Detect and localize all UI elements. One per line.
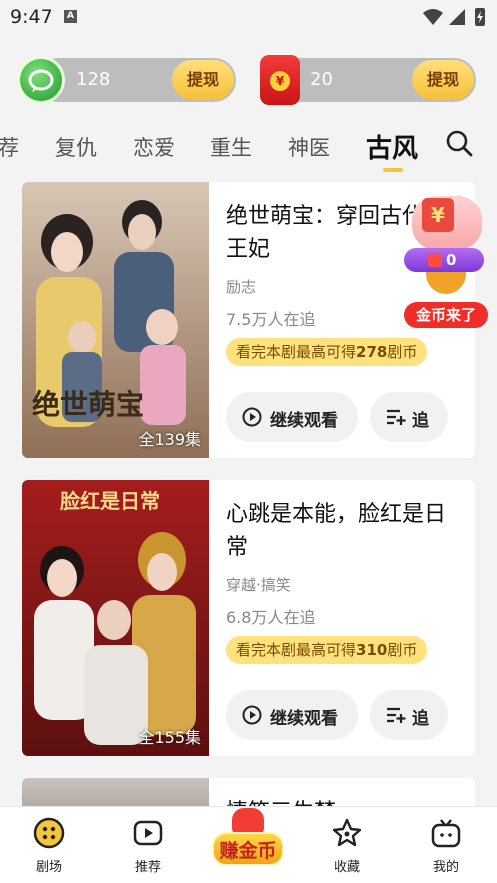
coin-counter: 0: [404, 248, 484, 272]
nav-earn-label: 赚金币: [212, 832, 284, 866]
episode-count: 全139集: [138, 430, 201, 449]
follow-label: 追: [412, 709, 429, 729]
follower-count: 6.8万人在追: [226, 608, 316, 627]
system-status-icons: [423, 8, 485, 26]
gold-bowl-icon: [426, 272, 466, 294]
svg-text:脸红是日常: 脸红是日常: [60, 489, 160, 513]
play-icon: [242, 705, 262, 725]
nav-theater[interactable]: 剧场: [9, 807, 89, 883]
add-to-list-icon: [387, 707, 406, 723]
red-coin-count: 20: [310, 69, 333, 90]
continue-watching-label: 继续观看: [270, 411, 338, 431]
nav-recommend[interactable]: 推荐: [108, 807, 188, 883]
active-tab-indicator: [383, 168, 403, 172]
drama-genre: 穿越·搞笑: [226, 576, 291, 594]
wechat-coin-icon: [17, 56, 65, 104]
tv-profile-icon: [431, 819, 461, 848]
reward-prefix: 看完本剧最高可得: [236, 343, 357, 361]
drama-poster[interactable]: 脸红是日常 全155集: [22, 480, 209, 756]
tab-revenge[interactable]: 复仇: [55, 132, 97, 162]
reward-badge: 看完本剧最高可得278剧币: [226, 338, 428, 366]
tab-rebirth[interactable]: 重生: [210, 132, 252, 162]
tab-ancient-style[interactable]: 古风: [366, 128, 418, 165]
drama-card[interactable]: 脸红是日常 全155集 心跳是本能，脸红是日常 穿越·搞笑 6.8万人在追 看完…: [22, 480, 475, 756]
reward-prefix: 看完本剧最高可得: [236, 641, 357, 659]
play-icon: [242, 407, 262, 427]
drama-title[interactable]: 心跳是本能，脸红是日常: [226, 498, 466, 564]
follower-count: 7.5万人在追: [226, 310, 316, 329]
green-coin-count: 128: [76, 69, 111, 90]
reward-amount: 278: [356, 343, 388, 361]
add-to-list-icon: [387, 409, 406, 425]
floating-coin-widget[interactable]: ¥ 0 金币来了: [400, 190, 492, 330]
continue-watching-label: 继续观看: [270, 709, 338, 729]
reward-suffix: 剧币: [387, 343, 418, 361]
tab-doctor[interactable]: 神医: [288, 132, 330, 162]
poster-image: 绝世萌宝: [22, 182, 209, 458]
nav-recommend-label: 推荐: [134, 860, 161, 875]
tab-romance[interactable]: 恋爱: [133, 132, 175, 162]
nav-mine[interactable]: 我的: [406, 807, 486, 883]
drama-poster[interactable]: 绝世萌宝 全139集: [22, 182, 209, 458]
nav-theater-label: 剧场: [35, 860, 62, 875]
status-bar: 9:47 A: [0, 0, 497, 34]
coin-counter-value: 0: [446, 251, 457, 269]
poster-image: 脸红是日常: [22, 480, 209, 756]
withdraw-button-left[interactable]: 提现: [172, 60, 234, 100]
continue-watching-button[interactable]: 继续观看: [226, 690, 358, 740]
category-tabs: 荐 复仇 恋爱 重生 神医 古风: [0, 120, 497, 172]
withdraw-button-right[interactable]: 提现: [412, 60, 474, 100]
red-packet-icon: ¥: [260, 55, 300, 105]
episode-count: 全155集: [138, 728, 201, 747]
green-coin-balance[interactable]: 128 提现: [36, 58, 236, 102]
reward-amount: 310: [356, 641, 388, 659]
notification-icon: A: [64, 10, 77, 23]
nav-earn-coins[interactable]: 赚金币: [208, 808, 288, 874]
nav-favorites-label: 收藏: [333, 860, 360, 875]
tab-recommend[interactable]: 荐: [0, 132, 19, 162]
drama-genre: 励志: [226, 278, 257, 296]
red-envelope-icon: ¥: [422, 198, 454, 232]
coins-arrived-label: 金币来了: [404, 302, 488, 328]
follow-button[interactable]: 追: [370, 690, 448, 740]
reward-badge: 看完本剧最高可得310剧币: [226, 636, 428, 664]
nav-mine-label: 我的: [432, 860, 459, 875]
coin-mini-icon: [428, 253, 442, 267]
theater-icon: [33, 817, 65, 849]
red-coin-balance[interactable]: 20 提现: [276, 58, 476, 102]
follow-label: 追: [412, 411, 429, 431]
nav-favorites[interactable]: 收藏: [307, 807, 387, 883]
status-time: 9:47: [10, 6, 53, 28]
continue-watching-button[interactable]: 继续观看: [226, 392, 358, 442]
svg-text:绝世萌宝: 绝世萌宝: [32, 388, 144, 421]
play-screen-icon: [133, 820, 163, 846]
search-icon[interactable]: [444, 128, 474, 158]
star-icon: [332, 818, 362, 847]
follow-button[interactable]: 追: [370, 392, 448, 442]
chat-bubble-icon: [28, 69, 54, 92]
reward-suffix: 剧币: [387, 641, 418, 659]
yuan-coin-icon: ¥: [270, 71, 290, 91]
